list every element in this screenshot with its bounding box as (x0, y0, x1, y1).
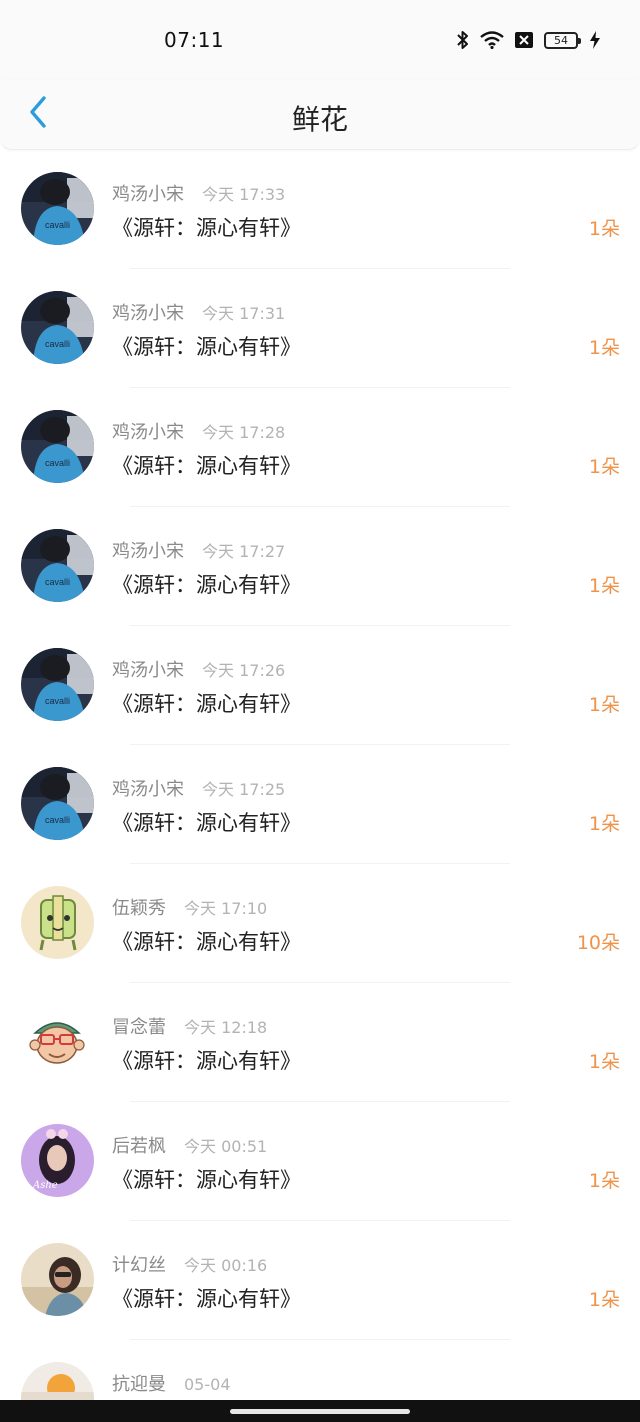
sender-name[interactable]: 鸡汤小宋 (112, 656, 184, 682)
timestamp: 今天 17:25 (202, 780, 286, 799)
wifi-icon (480, 31, 504, 49)
timestamp: 今天 17:28 (202, 423, 286, 442)
avatar[interactable]: cavalli (21, 291, 94, 364)
flower-count: 1朵 (588, 813, 620, 835)
bluetooth-icon (456, 30, 470, 50)
work-title[interactable]: 《源轩：源心有轩》 (112, 450, 301, 480)
avatar[interactable] (21, 1005, 94, 1078)
work-title[interactable]: 《源轩：源心有轩》 (112, 926, 301, 956)
sim-disabled-icon (514, 31, 534, 49)
item-meta: 鸡汤小宋 今天 17:25 (112, 775, 285, 801)
sender-name[interactable]: 伍颖秀 (112, 894, 166, 920)
timestamp: 今天 17:26 (202, 661, 286, 680)
flower-count: 1朵 (588, 1051, 620, 1073)
list-item[interactable]: 冒念蕾 今天 12:18 《源轩：源心有轩》 1朵 (0, 983, 640, 1102)
sender-name[interactable]: 后若枫 (112, 1132, 166, 1158)
svg-text:cavalli: cavalli (45, 815, 70, 825)
system-navigation-bar (0, 1400, 640, 1422)
sender-name[interactable]: 计幻丝 (112, 1251, 166, 1277)
avatar[interactable]: cavalli (21, 648, 94, 721)
timestamp: 今天 17:33 (202, 185, 286, 204)
timestamp: 今天 17:10 (184, 899, 268, 918)
avatar[interactable]: Ashe (21, 1124, 94, 1197)
list-item[interactable]: cavalli 鸡汤小宋 今天 17:33 《源轩：源心有轩》 1朵 (0, 150, 640, 269)
list-item[interactable]: 计幻丝 今天 00:16 《源轩：源心有轩》 1朵 (0, 1221, 640, 1340)
timestamp: 今天 12:18 (184, 1018, 268, 1037)
sender-name[interactable]: 鸡汤小宋 (112, 775, 184, 801)
list-item[interactable]: Ashe 后若枫 今天 00:51 《源轩：源心有轩》 1朵 (0, 1102, 640, 1221)
sender-name[interactable]: 鸡汤小宋 (112, 180, 184, 206)
avatar[interactable] (21, 1243, 94, 1316)
status-time: 07:11 (164, 28, 225, 52)
flower-count: 1朵 (588, 218, 620, 240)
nav-bar: 鲜花 (0, 80, 640, 150)
sender-name[interactable]: 鸡汤小宋 (112, 537, 184, 563)
svg-text:cavalli: cavalli (45, 577, 70, 587)
work-title[interactable]: 《源轩：源心有轩》 (112, 1283, 301, 1313)
timestamp: 05-04 (184, 1375, 231, 1394)
sender-name[interactable]: 鸡汤小宋 (112, 299, 184, 325)
flower-count: 10朵 (576, 932, 620, 954)
svg-text:Ashe: Ashe (32, 1180, 58, 1191)
work-title[interactable]: 《源轩：源心有轩》 (112, 1045, 301, 1075)
sender-name[interactable]: 抗迎曼 (112, 1370, 166, 1396)
item-meta: 后若枫 今天 00:51 (112, 1132, 267, 1158)
timestamp: 今天 00:16 (184, 1256, 268, 1275)
battery-level: 54 (554, 33, 568, 47)
avatar[interactable]: cavalli (21, 529, 94, 602)
flower-record-list: cavalli 鸡汤小宋 今天 17:33 《源轩：源心有轩》 1朵 cavalli 鸡汤小… (0, 150, 640, 1422)
svg-text:cavalli: cavalli (45, 220, 70, 230)
item-meta: 冒念蕾 今天 12:18 (112, 1013, 267, 1039)
flower-count: 1朵 (588, 1289, 620, 1311)
svg-text:cavalli: cavalli (45, 458, 70, 468)
avatar[interactable]: cavalli (21, 410, 94, 483)
sender-name[interactable]: 冒念蕾 (112, 1013, 166, 1039)
work-title[interactable]: 《源轩：源心有轩》 (112, 807, 301, 837)
status-bar: 07:11 54 (0, 0, 640, 80)
battery-icon: 54 (544, 31, 581, 49)
page-title: 鲜花 (291, 103, 348, 136)
list-item[interactable]: cavalli 鸡汤小宋 今天 17:26 《源轩：源心有轩》 1朵 (0, 626, 640, 745)
flower-count: 1朵 (588, 456, 620, 478)
avatar[interactable]: cavalli (21, 172, 94, 245)
item-meta: 鸡汤小宋 今天 17:26 (112, 656, 285, 682)
item-meta: 鸡汤小宋 今天 17:28 (112, 418, 285, 444)
list-item[interactable]: 伍颖秀 今天 17:10 《源轩：源心有轩》 10朵 (0, 864, 640, 983)
svg-text:cavalli: cavalli (45, 339, 70, 349)
work-title[interactable]: 《源轩：源心有轩》 (112, 212, 301, 242)
timestamp: 今天 17:31 (202, 304, 286, 323)
charging-icon (590, 31, 600, 49)
item-meta: 伍颖秀 今天 17:10 (112, 894, 267, 920)
work-title[interactable]: 《源轩：源心有轩》 (112, 331, 301, 361)
list-item[interactable]: cavalli 鸡汤小宋 今天 17:28 《源轩：源心有轩》 1朵 (0, 388, 640, 507)
flower-count: 1朵 (588, 337, 620, 359)
timestamp: 今天 00:51 (184, 1137, 268, 1156)
work-title[interactable]: 《源轩：源心有轩》 (112, 1164, 301, 1194)
sender-name[interactable]: 鸡汤小宋 (112, 418, 184, 444)
flower-count: 1朵 (588, 575, 620, 597)
flower-count: 1朵 (588, 694, 620, 716)
list-item[interactable]: cavalli 鸡汤小宋 今天 17:27 《源轩：源心有轩》 1朵 (0, 507, 640, 626)
avatar[interactable] (21, 886, 94, 959)
list-item[interactable]: cavalli 鸡汤小宋 今天 17:31 《源轩：源心有轩》 1朵 (0, 269, 640, 388)
flower-count: 1朵 (588, 1170, 620, 1192)
list-item[interactable]: cavalli 鸡汤小宋 今天 17:25 《源轩：源心有轩》 1朵 (0, 745, 640, 864)
work-title[interactable]: 《源轩：源心有轩》 (112, 569, 301, 599)
status-icons: 54 (456, 28, 600, 52)
item-meta: 鸡汤小宋 今天 17:31 (112, 299, 285, 325)
item-meta: 鸡汤小宋 今天 17:33 (112, 180, 285, 206)
avatar[interactable]: cavalli (21, 767, 94, 840)
home-indicator[interactable] (230, 1409, 410, 1414)
svg-text:cavalli: cavalli (45, 696, 70, 706)
timestamp: 今天 17:27 (202, 542, 286, 561)
item-meta: 抗迎曼 05-04 (112, 1370, 231, 1396)
item-meta: 鸡汤小宋 今天 17:27 (112, 537, 285, 563)
item-meta: 计幻丝 今天 00:16 (112, 1251, 267, 1277)
work-title[interactable]: 《源轩：源心有轩》 (112, 688, 301, 718)
